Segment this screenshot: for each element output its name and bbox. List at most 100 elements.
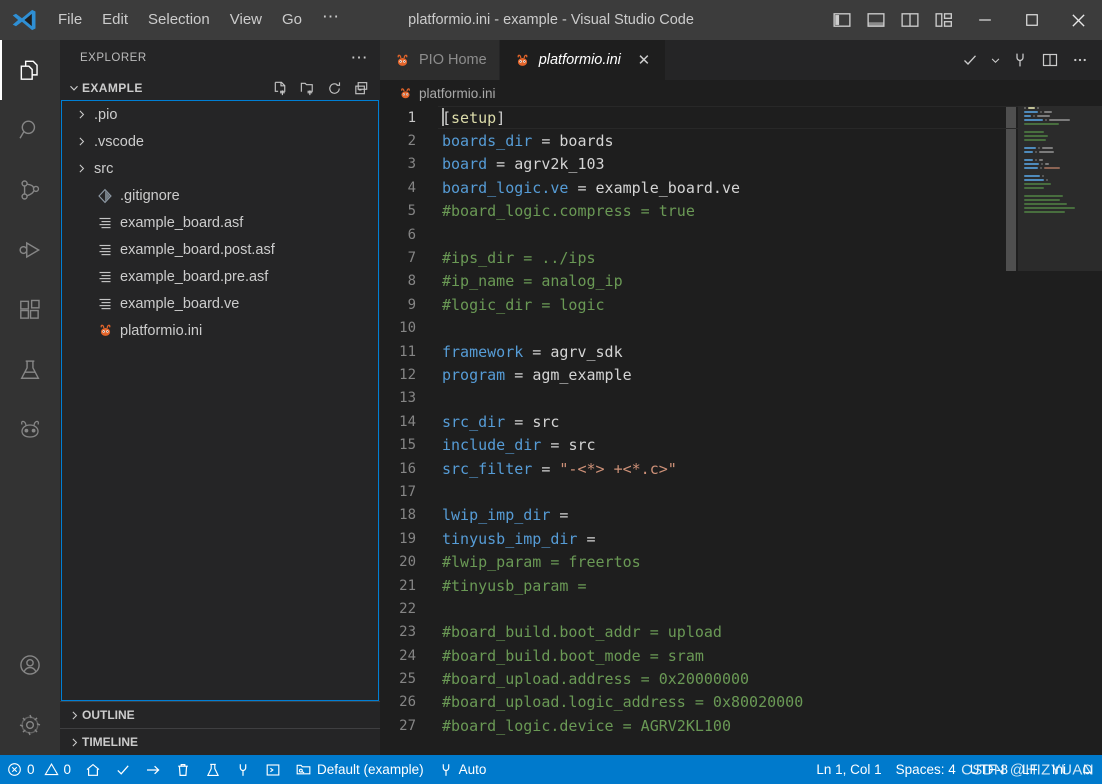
platformio-icon <box>514 52 531 69</box>
menu-overflow-icon[interactable]: ⋯ <box>312 0 350 40</box>
code-line-text: #ips_dir = ../ips <box>438 249 596 267</box>
status-language-mode[interactable]: Ini <box>1045 755 1073 784</box>
sidebar-header: EXPLORER ⋯ <box>60 40 380 76</box>
code-line: 12 program = agm_example <box>380 363 1018 386</box>
activity-accounts[interactable] <box>0 635 60 695</box>
window-minimize-button[interactable] <box>961 0 1008 40</box>
tree-item-example-board-pre-asf[interactable]: example_board.pre.asf <box>62 263 378 290</box>
status-pio-clean[interactable] <box>168 755 198 784</box>
tree-item-pio[interactable]: .pio <box>62 101 378 128</box>
status-cursor-position[interactable]: Ln 1, Col 1 <box>809 755 888 784</box>
tree-item-platformio-ini[interactable]: platformio.ini <box>62 317 378 344</box>
tree-item-vscode[interactable]: .vscode <box>62 128 378 155</box>
panel-outline[interactable]: OUTLINE <box>60 701 380 728</box>
refresh-explorer-icon[interactable] <box>326 80 343 97</box>
menu-go[interactable]: Go <box>272 0 312 40</box>
menu-edit[interactable]: Edit <box>92 0 138 40</box>
collapse-folders-icon[interactable] <box>353 80 370 97</box>
activity-source-control[interactable] <box>0 160 60 220</box>
activity-explorer[interactable] <box>0 40 60 100</box>
split-editor-icon[interactable] <box>1036 46 1064 74</box>
status-pio-port[interactable]: Auto <box>431 755 494 784</box>
code-token: #board_upload.logic_address = 0x80020000 <box>442 693 804 712</box>
code-token: ] <box>496 109 506 128</box>
status-indentation[interactable]: Spaces: 4 <box>889 755 963 784</box>
tree-item-src[interactable]: src <box>62 155 378 182</box>
toggle-secondary-sidebar-icon[interactable] <box>893 0 927 40</box>
status-pio-env[interactable]: Default (example) <box>288 755 431 784</box>
breadcrumb-label: platformio.ini <box>419 85 496 101</box>
status-pio-home[interactable] <box>78 755 108 784</box>
activity-testing[interactable] <box>0 340 60 400</box>
window-maximize-button[interactable] <box>1008 0 1055 40</box>
status-new-terminal[interactable] <box>258 755 288 784</box>
code-token: example_board.ve <box>595 178 741 197</box>
code-line: 24 #board_build.boot_mode = sram <box>380 644 1018 667</box>
new-file-icon[interactable] <box>272 80 289 97</box>
status-pio-serial-monitor[interactable] <box>228 755 258 784</box>
breadcrumb[interactable]: platformio.ini <box>380 80 1102 106</box>
window-actions <box>825 0 1102 40</box>
code-line-text: #tinyusb_param = <box>438 577 587 595</box>
code-token: #board_build.boot_mode = sram <box>442 646 704 665</box>
code-token: = <box>541 436 569 455</box>
status-pio-build[interactable] <box>108 755 138 784</box>
code-line: 1 [setup] <box>380 106 1018 129</box>
code-line-text: board_logic.ve = example_board.ve <box>438 179 740 197</box>
menu-bar: File Edit Selection View Go ⋯ <box>48 0 350 40</box>
code-line-text: boards_dir = boards <box>438 132 614 150</box>
chevron-down-icon[interactable] <box>986 46 1004 74</box>
error-count: 0 <box>27 762 35 777</box>
code-editor[interactable]: 1 [setup] 2 boards_dir = boards 3 board = agr… <box>380 106 1102 755</box>
platformio-build-icon[interactable] <box>956 46 984 74</box>
explorer-more-actions-icon[interactable]: ⋯ <box>351 49 369 66</box>
menu-selection[interactable]: Selection <box>138 0 220 40</box>
activity-search[interactable] <box>0 100 60 160</box>
status-eol[interactable]: LF <box>1015 755 1045 784</box>
tab-platformio-ini[interactable]: platformio.ini ✕ <box>499 40 666 80</box>
customize-layout-icon[interactable] <box>927 0 961 40</box>
code-line-text: include_dir = src <box>438 436 596 454</box>
tree-item-example-board-post-asf[interactable]: example_board.post.asf <box>62 236 378 263</box>
toggle-panel-icon[interactable] <box>859 0 893 40</box>
activity-extensions[interactable] <box>0 280 60 340</box>
close-icon[interactable]: ✕ <box>635 51 653 69</box>
code-line: 16 src_filter = "-<*> +<*.c>" <box>380 457 1018 480</box>
code-line: 18 lwip_imp_dir = <box>380 504 1018 527</box>
code-token: setup <box>451 109 497 128</box>
new-folder-icon[interactable] <box>299 80 316 97</box>
chevron-right-icon <box>70 162 92 175</box>
code-token: agm_example <box>532 365 632 384</box>
status-pio-test[interactable] <box>198 755 228 784</box>
code-token: src <box>532 412 560 431</box>
code-line-text: [setup] <box>438 108 505 127</box>
code-scroller[interactable]: 1 [setup] 2 boards_dir = boards 3 board = agr… <box>380 106 1018 755</box>
toggle-primary-sidebar-icon[interactable] <box>825 0 859 40</box>
tree-item-example-board-ve[interactable]: example_board.ve <box>62 290 378 317</box>
status-pio-upload[interactable] <box>138 755 168 784</box>
status-encoding[interactable]: UTF-8 <box>963 755 1015 784</box>
activity-run-debug[interactable] <box>0 220 60 280</box>
activity-platformio[interactable] <box>0 400 60 460</box>
line-number: 16 <box>399 460 416 477</box>
code-token: lwip_imp_dir <box>442 506 551 525</box>
serial-monitor-icon[interactable] <box>1006 46 1034 74</box>
line-number: 22 <box>399 600 416 617</box>
code-token: #board_logic.device = AGRV2KL100 <box>442 716 731 735</box>
tree-item-label: .pio <box>94 106 118 123</box>
code-line: 27 #board_logic.device = AGRV2KL100 <box>380 714 1018 737</box>
tab-pio-home[interactable]: PIO Home <box>380 40 500 80</box>
tree-item-gitignore[interactable]: .gitignore <box>62 182 378 209</box>
activity-settings[interactable] <box>0 695 60 755</box>
panel-label: OUTLINE <box>82 708 135 722</box>
tree-item-example-board-asf[interactable]: example_board.asf <box>62 209 378 236</box>
menu-file[interactable]: File <box>48 0 92 40</box>
folder-section-example[interactable]: EXAMPLE <box>60 76 380 100</box>
menu-view[interactable]: View <box>220 0 272 40</box>
panel-timeline[interactable]: TIMELINE <box>60 728 380 755</box>
status-notifications[interactable] <box>1073 755 1102 784</box>
status-problems[interactable]: 0 0 <box>0 755 78 784</box>
minimap[interactable] <box>1018 106 1102 755</box>
editor-more-actions-icon[interactable] <box>1066 46 1094 74</box>
window-close-button[interactable] <box>1055 0 1102 40</box>
